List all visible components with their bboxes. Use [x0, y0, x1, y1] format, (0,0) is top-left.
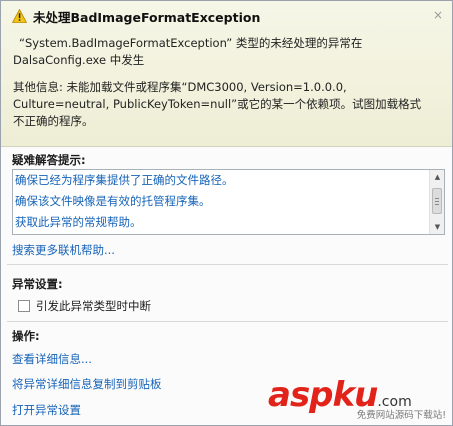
- tip-link[interactable]: 确保该文件映像是有效的托管程序集。: [15, 193, 211, 209]
- close-button[interactable]: ×: [430, 7, 446, 23]
- additional-info-line: 不正确的程序。: [13, 114, 94, 128]
- watermark-subtitle: 免费网站源码下载站!: [356, 410, 446, 421]
- dialog-title: 未处理BadImageFormatException: [33, 10, 261, 25]
- view-details-link[interactable]: 查看详细信息...: [12, 351, 92, 367]
- tip-link[interactable]: 获取此异常的常规帮助。: [15, 214, 142, 230]
- break-on-exception-label[interactable]: 引发此异常类型时中断: [36, 298, 151, 314]
- copy-details-link[interactable]: 将异常详细信息复制到剪贴板: [12, 376, 162, 392]
- open-exception-settings-link[interactable]: 打开异常设置: [12, 402, 81, 418]
- tips-scrollbar[interactable]: ▲ ▼: [429, 170, 444, 234]
- section-divider: [7, 264, 448, 265]
- additional-info-line: 其他信息: 未能加载文件或程序集“DMC3000, Version=1.0.0.…: [13, 80, 347, 94]
- scroll-up-arrow-icon[interactable]: ▲: [430, 170, 444, 184]
- search-online-help-link[interactable]: 搜索更多联机帮助...: [12, 242, 115, 258]
- additional-info-line: Culture=neutral, PublicKeyToken=null”或它的…: [13, 97, 422, 111]
- exception-settings-title: 异常设置:: [12, 277, 63, 291]
- thumb-grip: [435, 204, 439, 205]
- section-divider: [7, 321, 448, 322]
- troubleshooting-tips-list[interactable]: 确保已经为程序集提供了正确的文件路径。 确保该文件映像是有效的托管程序集。 获取…: [12, 169, 445, 235]
- exception-dialog: 未处理BadImageFormatException × “System.Bad…: [0, 0, 453, 426]
- break-on-exception-checkbox[interactable]: [18, 300, 30, 312]
- scrollbar-thumb[interactable]: [432, 188, 442, 214]
- tip-link[interactable]: 确保已经为程序集提供了正确的文件路径。: [15, 172, 234, 188]
- exception-header: 未处理BadImageFormatException × “System.Bad…: [1, 1, 452, 147]
- thumb-grip: [435, 198, 439, 199]
- scroll-down-arrow-icon[interactable]: ▼: [430, 220, 444, 234]
- actions-title: 操作:: [12, 329, 40, 343]
- watermark-asp: asp: [268, 375, 334, 415]
- troubleshooting-title: 疑难解答提示:: [12, 153, 86, 167]
- aspku-watermark: aspku.com 免费网站源码下载站!: [268, 375, 448, 421]
- exception-message-line: “System.BadImageFormatException” 类型的未经处理…: [19, 36, 363, 50]
- warning-icon: [12, 9, 27, 23]
- thumb-grip: [435, 201, 439, 202]
- exception-message-line: DalsaConfig.exe 中发生: [13, 53, 145, 67]
